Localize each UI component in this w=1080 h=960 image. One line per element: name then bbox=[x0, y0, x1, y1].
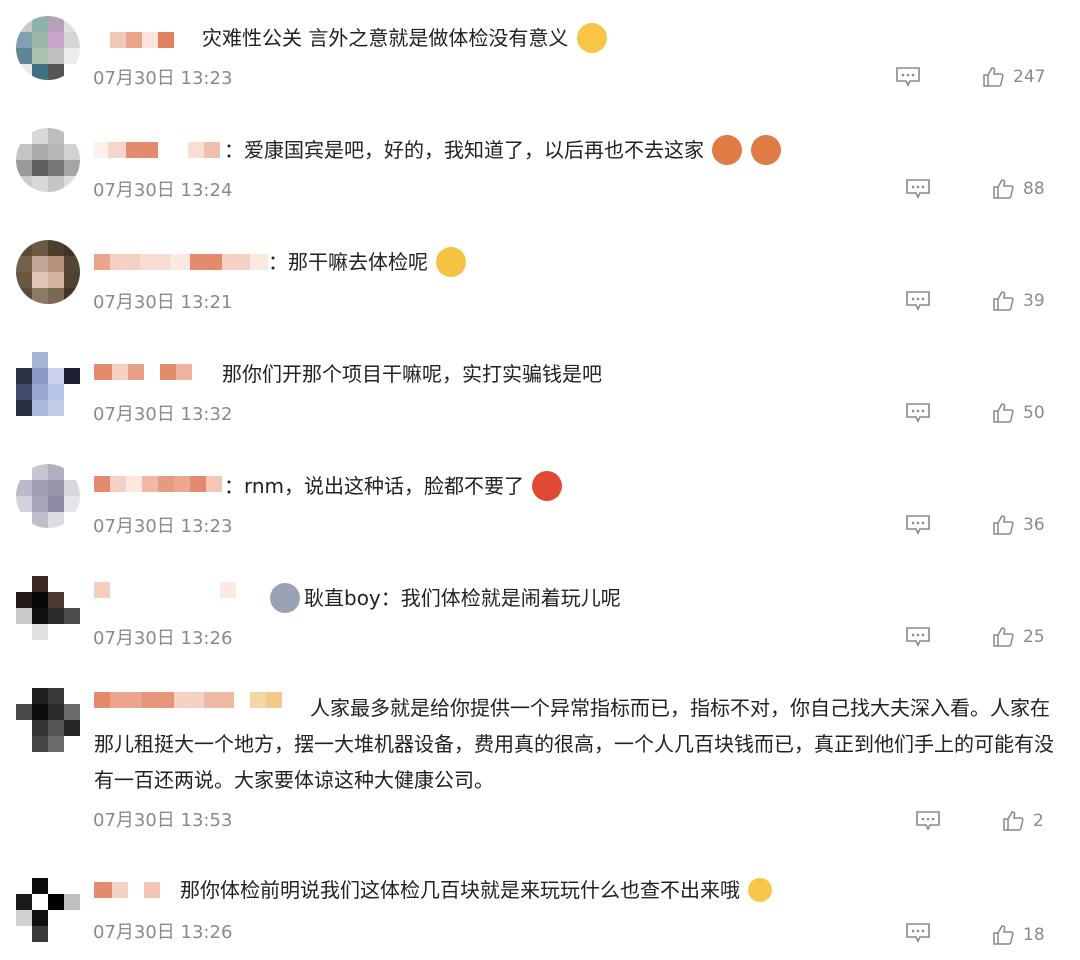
comment-text: ：那干嘛去体检呢 bbox=[268, 244, 1080, 280]
comment-time: 07月30日 13:23 bbox=[93, 516, 233, 537]
avatar[interactable] bbox=[16, 878, 80, 942]
angry-face-icon bbox=[532, 470, 563, 501]
thumbs-up-icon bbox=[993, 403, 1014, 423]
crying-face-icon bbox=[712, 134, 743, 165]
comment-time: 07月30日 13:21 bbox=[93, 292, 233, 313]
like-count: 36 bbox=[1023, 515, 1045, 535]
thumbs-up-icon bbox=[983, 67, 1004, 87]
like-button[interactable]: 39 bbox=[991, 289, 1045, 313]
like-button[interactable]: 25 bbox=[991, 625, 1045, 649]
thumbs-up-icon bbox=[993, 925, 1014, 945]
username-mosaic[interactable] bbox=[94, 254, 268, 270]
reply-icon[interactable] bbox=[895, 66, 921, 88]
comment-item: 灾难性公关 言外之意就是做体检没有意义 07月30日 13:23 247 bbox=[0, 10, 1080, 110]
comment-time: 07月30日 13:53 bbox=[93, 810, 233, 831]
worried-face-icon bbox=[576, 22, 607, 53]
thumbs-up-icon bbox=[993, 627, 1014, 647]
thumbs-up-icon bbox=[993, 291, 1014, 311]
comment-text: 那你们开那个项目干嘛呢，实打实骗钱是吧 bbox=[222, 362, 602, 386]
like-button[interactable]: 88 bbox=[991, 177, 1045, 201]
like-button[interactable]: 2 bbox=[1001, 809, 1044, 833]
thumbs-up-icon bbox=[993, 179, 1014, 199]
avatar[interactable] bbox=[16, 128, 80, 192]
comment-text: ：rnm，说出这种话，脸都不要了 bbox=[224, 468, 1080, 504]
reply-icon[interactable] bbox=[915, 810, 941, 832]
username-mosaic[interactable] bbox=[110, 32, 174, 48]
comment-text: 耿直boy：我们体检就是闹着玩儿呢 bbox=[268, 580, 1080, 616]
like-count: 247 bbox=[1013, 67, 1046, 87]
comment-text: 人家最多就是给你提供一个异常指标而已，指标不对，你自己找大夫深入看。人家在那儿租… bbox=[94, 696, 1054, 792]
like-button[interactable]: 36 bbox=[991, 513, 1045, 537]
comment-text: ：爱康国宾是吧，好的，我知道了，以后再也不去这家 bbox=[224, 132, 1080, 168]
avatar[interactable] bbox=[16, 464, 80, 528]
reply-icon[interactable] bbox=[905, 402, 931, 424]
comment-text: 那你体检前明说我们这体检几百块就是来玩玩什么也查不出来哦 bbox=[180, 872, 1080, 908]
like-button[interactable]: 247 bbox=[981, 65, 1045, 89]
reply-icon[interactable] bbox=[905, 626, 931, 648]
reply-icon[interactable] bbox=[905, 178, 931, 200]
like-count: 18 bbox=[1023, 925, 1045, 945]
avatar[interactable] bbox=[16, 576, 80, 640]
comment-time: 07月30日 13:26 bbox=[93, 628, 233, 649]
comment-item: 那你体检前明说我们这体检几百块就是来玩玩什么也查不出来哦 07月30日 13:2… bbox=[0, 866, 1080, 960]
comment-item: 人家最多就是给你提供一个异常指标而已，指标不对，你自己找大夫深入看。人家在那儿租… bbox=[0, 682, 1080, 847]
comment-item: ：那干嘛去体检呢 07月30日 13:21 39 bbox=[0, 234, 1080, 334]
reply-icon[interactable] bbox=[905, 922, 931, 944]
sweat-face-icon bbox=[436, 246, 467, 277]
comment-time: 07月30日 13:23 bbox=[93, 68, 233, 89]
comment-item: ：爱康国宾是吧，好的，我知道了，以后再也不去这家 07月30日 13:24 88 bbox=[0, 122, 1080, 222]
like-count: 50 bbox=[1023, 403, 1045, 423]
comment-time: 07月30日 13:24 bbox=[93, 180, 233, 201]
username-mosaic[interactable] bbox=[94, 142, 220, 158]
thumbs-up-icon bbox=[1003, 811, 1024, 831]
crying-face-icon bbox=[750, 134, 781, 165]
comment-time: 07月30日 13:32 bbox=[93, 404, 233, 425]
husky-dog-icon bbox=[270, 582, 300, 613]
avatar[interactable] bbox=[16, 688, 80, 752]
avatar[interactable] bbox=[16, 352, 80, 416]
like-count: 2 bbox=[1033, 811, 1044, 831]
reply-icon[interactable] bbox=[905, 290, 931, 312]
comment-item: 那你们开那个项目干嘛呢，实打实骗钱是吧 07月30日 13:32 50 bbox=[0, 346, 1080, 446]
like-count: 25 bbox=[1023, 627, 1045, 647]
comment-time: 07月30日 13:26 bbox=[93, 922, 233, 943]
like-button[interactable]: 18 bbox=[991, 923, 1045, 947]
like-count: 39 bbox=[1023, 291, 1045, 311]
thumbs-up-icon bbox=[993, 515, 1014, 535]
comment-text: 灾难性公关 言外之意就是做体检没有意义 bbox=[202, 20, 1080, 56]
like-button[interactable]: 50 bbox=[991, 401, 1045, 425]
username-mosaic[interactable] bbox=[94, 882, 160, 898]
like-count: 88 bbox=[1023, 179, 1045, 199]
comment-item: ：rnm，说出这种话，脸都不要了 07月30日 13:23 36 bbox=[0, 458, 1080, 558]
comment-item: 耿直boy：我们体检就是闹着玩儿呢 07月30日 13:26 25 bbox=[0, 570, 1080, 670]
username-mosaic[interactable] bbox=[94, 364, 192, 380]
eye-roll-face-icon bbox=[748, 877, 773, 902]
reply-icon[interactable] bbox=[905, 514, 931, 536]
avatar[interactable] bbox=[16, 240, 80, 304]
username-mosaic[interactable] bbox=[94, 582, 236, 598]
username-mosaic[interactable] bbox=[94, 476, 222, 492]
avatar[interactable] bbox=[16, 16, 80, 80]
